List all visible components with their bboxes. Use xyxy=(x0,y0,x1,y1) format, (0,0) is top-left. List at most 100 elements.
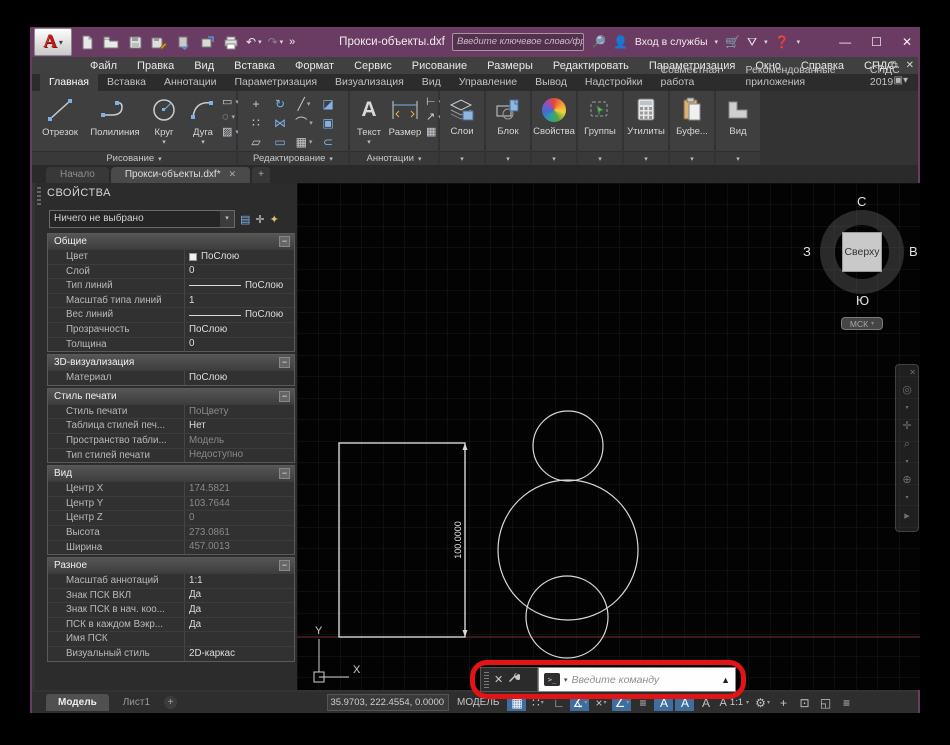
new-tab-button[interactable]: + xyxy=(252,167,270,183)
viewcube-ucs-button[interactable]: МСК▾ xyxy=(841,317,883,330)
showmotion-icon[interactable]: ▸ xyxy=(904,511,910,522)
dimension-tool[interactable]: Размер xyxy=(388,95,422,138)
move-icon[interactable]: + xyxy=(244,94,268,113)
property-row[interactable]: Центр X174.5821 xyxy=(48,481,294,496)
help-caret-icon[interactable]: ▾ xyxy=(797,38,801,46)
section-header[interactable]: 3D-визуализация− xyxy=(48,355,294,370)
ribbon-tab[interactable]: СПДС 2019 xyxy=(861,62,918,91)
apps-caret-icon[interactable]: ▾ xyxy=(764,38,768,46)
panel-layers[interactable]: Слои ▾ xyxy=(440,91,484,165)
section-header[interactable]: Общие− xyxy=(48,234,294,249)
object-selector-dropdown[interactable]: Ничего не выбрано ▾ xyxy=(49,210,235,228)
print-icon[interactable] xyxy=(222,33,240,51)
undo-dropdown-icon[interactable]: ▾ xyxy=(258,38,262,46)
copy-icon[interactable]: ∷ xyxy=(244,113,268,132)
array-icon[interactable]: ▦▾ xyxy=(292,132,316,151)
property-row[interactable]: Визуальный стиль2D-каркас xyxy=(48,646,294,661)
viewcube[interactable]: С Ю З В Сверху МСК▾ xyxy=(807,197,917,347)
save-as-icon[interactable] xyxy=(150,33,168,51)
minimize-button[interactable]: — xyxy=(839,35,851,49)
zoom-icon[interactable]: ⌕ xyxy=(904,439,910,450)
file-tab-start[interactable]: Начало xyxy=(46,167,109,183)
section-header[interactable]: Вид− xyxy=(48,466,294,481)
panel-title-draw[interactable]: Рисование▾ xyxy=(32,151,236,165)
file-tab-document[interactable]: Прокси-объекты.dxf*✕ xyxy=(111,167,250,183)
close-button[interactable]: ✕ xyxy=(902,35,912,49)
palette-grip[interactable] xyxy=(37,187,41,205)
save-icon[interactable] xyxy=(126,33,144,51)
ellipse-icon[interactable]: ◌▾ xyxy=(222,111,239,123)
menu-item[interactable]: Вид xyxy=(184,60,224,72)
panel-clipboard[interactable]: Буфе... ▾ xyxy=(670,91,714,165)
model-tab[interactable]: Модель xyxy=(46,694,109,711)
viewcube-top-face[interactable]: Сверху xyxy=(842,232,882,272)
menu-item[interactable]: Вставка xyxy=(224,60,285,72)
workspace-gear-icon[interactable]: ⚙▾ xyxy=(753,694,772,711)
new-layout-button[interactable]: + xyxy=(164,696,177,709)
ribbon-tab[interactable]: Вставка xyxy=(98,74,155,91)
panel-expand-view[interactable]: ▾ xyxy=(716,151,760,165)
ribbon-tab[interactable]: Визуализация xyxy=(326,74,413,91)
property-row[interactable]: ПрозрачностьПоСлою xyxy=(48,322,294,337)
viewcube-north[interactable]: С xyxy=(857,194,866,209)
isolate-objects-icon[interactable]: ⊡ xyxy=(795,694,814,711)
open-file-icon[interactable] xyxy=(102,33,120,51)
signin-label[interactable]: Вход в службы xyxy=(635,36,708,48)
navigation-bar[interactable]: ✕ ◎ ▾ ✛ ⌕ ▾ ⊕ ▾ ▸ xyxy=(895,364,919,532)
customization-menu-icon[interactable]: ≡ xyxy=(837,694,856,711)
offset-icon[interactable]: ⊂ xyxy=(316,132,340,151)
property-row[interactable]: Ширина457.0013 xyxy=(48,540,294,555)
trim-icon[interactable]: ╱▾ xyxy=(292,94,316,113)
ribbon-tab[interactable]: Совместная работа xyxy=(652,62,737,91)
panel-expand-block[interactable]: ▾ xyxy=(486,151,530,165)
ribbon-tab[interactable]: Аннотации xyxy=(155,74,226,91)
property-row[interactable]: Тип линийПоСлою xyxy=(48,278,294,293)
circle-tool[interactable]: Круг ▾ xyxy=(148,95,180,146)
property-row[interactable]: Толщина0 xyxy=(48,337,294,352)
stretch-icon[interactable]: ▱ xyxy=(244,132,268,151)
ribbon-tab[interactable]: Вывод xyxy=(526,74,576,91)
rotate-icon[interactable]: ↻ xyxy=(268,94,292,113)
fullscreen-icon[interactable]: ◱ xyxy=(816,694,835,711)
property-row[interactable]: Высота273.0861 xyxy=(48,525,294,540)
panel-expand-groups[interactable]: ▾ xyxy=(578,151,622,165)
line-tool[interactable]: Отрезок xyxy=(38,95,82,138)
ribbon-tab[interactable]: Параметризация xyxy=(226,74,327,91)
menu-item[interactable]: Рисование xyxy=(402,60,477,72)
viewcube-south[interactable]: Ю xyxy=(856,293,869,308)
plot-icon[interactable] xyxy=(174,33,192,51)
text-tool[interactable]: А Текст ▾ xyxy=(354,95,384,146)
panel-block[interactable]: Блок ▾ xyxy=(486,91,530,165)
scale-icon[interactable]: ▭ xyxy=(268,132,292,151)
panel-expand-clipboard[interactable]: ▾ xyxy=(670,151,714,165)
panel-expand-properties[interactable]: ▾ xyxy=(532,151,576,165)
menu-item[interactable]: Правка xyxy=(127,60,184,72)
collapse-icon[interactable]: − xyxy=(279,391,290,402)
property-row[interactable]: Масштаб аннотаций1:1 xyxy=(48,573,294,588)
menu-item[interactable]: Размеры xyxy=(477,60,543,72)
crosshair-icon[interactable]: + xyxy=(774,694,793,711)
property-row[interactable]: Тип стилей печатиНедоступно xyxy=(48,448,294,463)
menu-item[interactable]: Сервис xyxy=(344,60,402,72)
maximize-button[interactable]: ☐ xyxy=(871,35,882,49)
ribbon-tab[interactable]: Вид xyxy=(413,74,450,91)
pan-icon[interactable]: ✛ xyxy=(902,421,911,432)
explode-icon[interactable]: ▣ xyxy=(316,113,340,132)
layout1-tab[interactable]: Лист1 xyxy=(111,694,162,711)
navbar-close-icon[interactable]: ✕ xyxy=(909,367,916,378)
section-header[interactable]: Разное− xyxy=(48,558,294,573)
property-row[interactable]: ПСК в каждом Вэкр...Да xyxy=(48,617,294,632)
collapse-icon[interactable]: − xyxy=(279,236,290,247)
property-row[interactable]: Имя ПСК xyxy=(48,631,294,646)
property-row[interactable]: Центр Z0 xyxy=(48,510,294,525)
navbar-caret-icon[interactable]: ▾ xyxy=(905,457,908,468)
signin-caret-icon[interactable]: ▾ xyxy=(715,38,719,46)
autodesk-apps-icon[interactable]: ⛛ xyxy=(747,35,757,50)
undo-icon[interactable]: ↶ xyxy=(246,35,256,49)
viewcube-west[interactable]: З xyxy=(803,244,811,259)
help-icon[interactable]: ❓ xyxy=(775,35,790,49)
search-icon[interactable]: 🔎 xyxy=(591,35,606,49)
property-row[interactable]: Масштаб типа линий1 xyxy=(48,293,294,308)
selector-caret-icon[interactable]: ▾ xyxy=(220,211,234,227)
publish-icon[interactable] xyxy=(198,33,216,51)
